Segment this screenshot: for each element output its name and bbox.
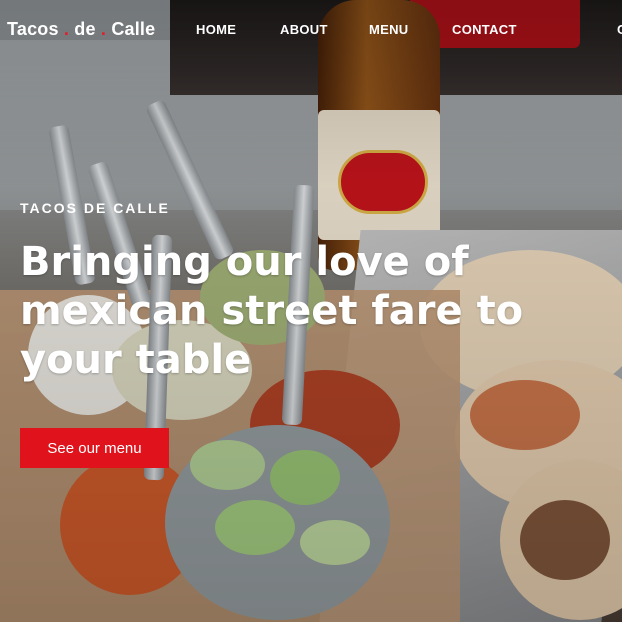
nav-link-menu[interactable]: MENU	[369, 22, 408, 37]
nav-link-about[interactable]: ABOUT	[280, 22, 328, 37]
nav-link-cut-off[interactable]: C	[617, 22, 622, 38]
nav-links: HOME ABOUT MENU CONTACT C	[0, 0, 622, 60]
nav-link-home[interactable]: HOME	[196, 22, 236, 37]
see-our-menu-button[interactable]: See our menu	[20, 428, 169, 468]
nav-link-contact[interactable]: CONTACT	[452, 22, 517, 37]
hero-eyebrow: TACOS DE CALLE	[20, 200, 170, 216]
top-navigation: Tacos . de . Calle HOME ABOUT MENU CONTA…	[0, 0, 622, 60]
hero-headline: Bringing our love of mexican street fare…	[20, 239, 524, 383]
